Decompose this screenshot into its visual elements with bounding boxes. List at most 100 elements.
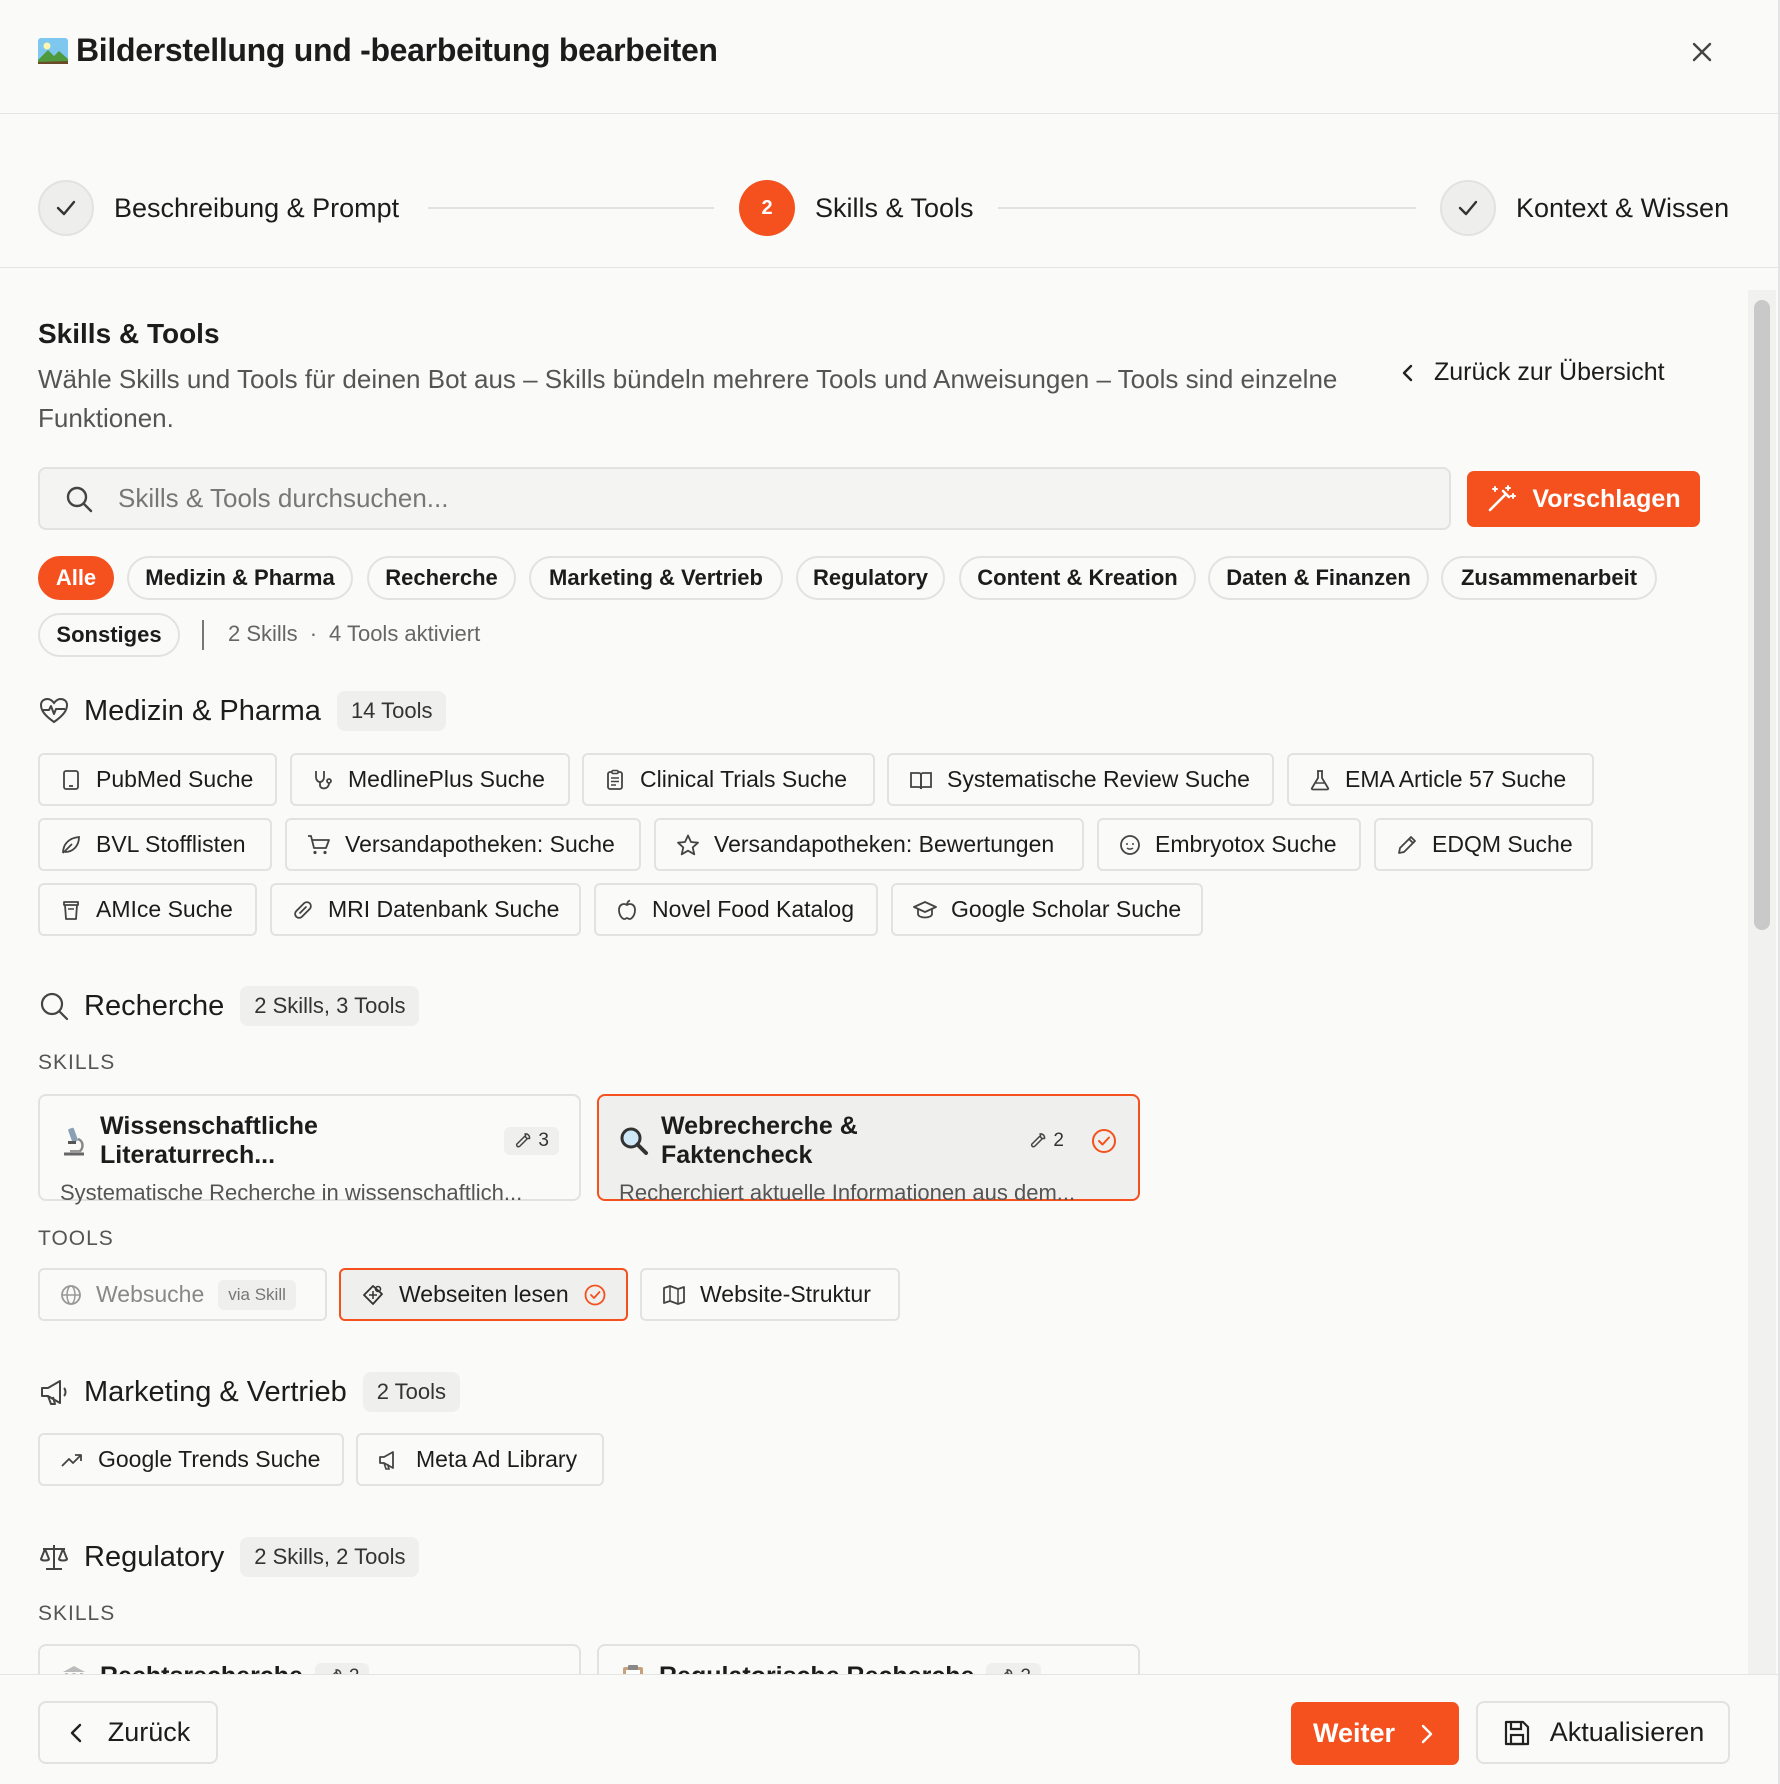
tool-embryotox[interactable]: Embryotox Suche (1097, 818, 1361, 871)
tool-amice[interactable]: AMIce Suche (38, 883, 257, 936)
skill-card-webrecherche[interactable]: Webrecherche & Faktencheck 2 Recherchier… (597, 1094, 1140, 1205)
step-kontext[interactable]: Kontext & Wissen (1440, 180, 1729, 236)
filter-chip-alle[interactable]: Alle (38, 556, 114, 600)
shopping-cart-icon (307, 834, 331, 856)
category-badge: 14 Tools (336, 691, 447, 731)
pencil-icon (1396, 834, 1418, 856)
filter-chip-daten-finanzen[interactable]: Daten & Finanzen (1208, 556, 1429, 600)
category-header-recherche: Recherche 2 Skills, 3 Tools (38, 986, 420, 1026)
tool-meta-ad-library[interactable]: Meta Ad Library (356, 1433, 604, 1486)
tool-medlineplus[interactable]: MedlinePlus Suche (290, 753, 570, 806)
skill-tool-count: 2 (1019, 1127, 1074, 1155)
tool-label: Website-Struktur (700, 1281, 871, 1307)
tool-websuche[interactable]: Websuche via Skill (38, 1268, 327, 1321)
landscape-image-icon (38, 37, 68, 64)
search-input[interactable] (118, 483, 1318, 514)
filter-chip-content-kreation[interactable]: Content & Kreation (959, 556, 1196, 600)
skill-card-regulatorische-recherche[interactable]: Regulatorische Recherche 2 (597, 1644, 1140, 1674)
tool-google-trends[interactable]: Google Trends Suche (38, 1433, 344, 1486)
cup-icon (60, 899, 82, 921)
next-button[interactable]: Weiter (1291, 1702, 1459, 1765)
clipboard-list-icon (604, 769, 626, 791)
step-connector (428, 207, 714, 209)
tool-label: BVL Stofflisten (96, 831, 246, 857)
category-header-marketing: Marketing & Vertrieb 2 Tools (38, 1372, 461, 1412)
category-badge: 2 Tools (362, 1372, 461, 1412)
via-skill-badge: via Skill (218, 1279, 296, 1310)
tool-label: Webseiten lesen (399, 1281, 569, 1307)
filter-chip-marketing-vertrieb[interactable]: Marketing & Vertrieb (529, 556, 783, 600)
tool-label: PubMed Suche (96, 766, 254, 792)
close-button[interactable] (1686, 36, 1718, 68)
tool-bvl-stofflisten[interactable]: BVL Stofflisten (38, 818, 272, 871)
stepper: Beschreibung & Prompt 2 Skills & Tools K… (0, 114, 1778, 268)
back-link-label: Zurück zur Übersicht (1434, 358, 1665, 386)
skills-count: 2 Skills (228, 621, 298, 646)
step-beschreibung[interactable]: Beschreibung & Prompt (38, 180, 399, 236)
step-done-circle (1440, 180, 1496, 236)
tool-edqm[interactable]: EDQM Suche (1374, 818, 1593, 871)
tool-label: MedlinePlus Suche (348, 766, 545, 792)
search-box[interactable] (38, 467, 1451, 530)
content-area: Skills & Tools Wähle Skills und Tools fü… (0, 268, 1778, 1674)
tool-clinical-trials[interactable]: Clinical Trials Suche (582, 753, 875, 806)
tools-count: 4 Tools aktiviert (329, 621, 481, 646)
dialog-header: Bilderstellung und -bearbeitung bearbeit… (0, 0, 1778, 114)
skill-count-value: 2 (1020, 1666, 1031, 1675)
pill-icon (292, 899, 314, 921)
suggest-button-label: Vorschlagen (1532, 484, 1681, 513)
tool-google-scholar[interactable]: Google Scholar Suche (891, 883, 1203, 936)
step-label: Skills & Tools (815, 192, 974, 223)
next-button-label: Weiter (1312, 1718, 1396, 1748)
globe-icon (60, 1284, 82, 1306)
dialog-footer: Zurück Weiter Aktualisieren (0, 1674, 1778, 1784)
scrollbar-thumb[interactable] (1754, 300, 1770, 930)
search-icon (64, 484, 94, 514)
skill-title: Webrecherche & Faktencheck (661, 1112, 858, 1169)
tools-label: TOOLS (38, 1227, 114, 1250)
graduation-cap-icon (913, 899, 937, 921)
tool-webseiten-lesen[interactable]: Webseiten lesen (339, 1268, 628, 1321)
filter-chip-recherche[interactable]: Recherche (367, 556, 516, 600)
activation-summary: 2 Skills · 4 Tools aktiviert (228, 621, 480, 647)
tool-versandapotheken-suche[interactable]: Versandapotheken: Suche (285, 818, 641, 871)
section-description: Wähle Skills und Tools für deinen Bot au… (38, 364, 1338, 433)
tool-systematische-review[interactable]: Systematische Review Suche (887, 753, 1274, 806)
tool-pubmed[interactable]: PubMed Suche (38, 753, 277, 806)
tool-mri-datenbank[interactable]: MRI Datenbank Suche (270, 883, 581, 936)
tool-label: Novel Food Katalog (652, 896, 855, 922)
category-title: Medizin & Pharma (84, 694, 321, 727)
tool-label: Google Trends Suche (98, 1446, 321, 1472)
category-header-medizin: Medizin & Pharma 14 Tools (38, 691, 447, 731)
clipboard-icon (619, 1663, 647, 1674)
back-to-overview-link[interactable]: Zurück zur Übersicht (1398, 358, 1665, 387)
back-button[interactable]: Zurück (38, 1701, 218, 1764)
suggest-button[interactable]: Vorschlagen (1467, 471, 1700, 527)
tablet-icon (60, 769, 82, 791)
trending-up-icon (60, 1449, 84, 1471)
megaphone-icon (378, 1449, 402, 1471)
tool-website-struktur[interactable]: Website-Struktur (640, 1268, 900, 1321)
skill-card-literaturrecherche[interactable]: Wissenschaftliche Literaturrech... 3 Sys… (38, 1094, 581, 1205)
tool-label: Versandapotheken: Suche (345, 831, 615, 857)
tool-versandapotheken-bewertungen[interactable]: Versandapotheken: Bewertungen (654, 818, 1084, 871)
tool-label: Embryotox Suche (1155, 831, 1337, 857)
filter-chip-regulatory[interactable]: Regulatory (796, 556, 945, 600)
save-icon (1502, 1718, 1532, 1748)
tool-novel-food[interactable]: Novel Food Katalog (594, 883, 878, 936)
skill-description: Recherchiert aktuelle Informationen aus … (619, 1180, 1076, 1205)
summary-separator: · (309, 621, 318, 646)
filter-chip-sonstiges[interactable]: Sonstiges (38, 613, 180, 657)
skill-count-value: 2 (349, 1666, 360, 1675)
skill-card-rechtsrecherche[interactable]: Rechtsrecherche 2 (38, 1644, 581, 1674)
skill-tool-count: 2 (314, 1662, 370, 1675)
close-icon (1686, 36, 1718, 68)
update-button[interactable]: Aktualisieren (1476, 1701, 1730, 1764)
magnifier-icon (619, 1126, 649, 1156)
step-label: Kontext & Wissen (1516, 192, 1730, 223)
filter-chip-medizin-pharma[interactable]: Medizin & Pharma (127, 556, 353, 600)
classical-building-icon (60, 1663, 88, 1674)
tool-ema-article-57[interactable]: EMA Article 57 Suche (1287, 753, 1594, 806)
filter-chip-zusammenarbeit[interactable]: Zusammenarbeit (1441, 556, 1657, 600)
step-skills-tools[interactable]: 2 Skills & Tools (739, 180, 974, 236)
